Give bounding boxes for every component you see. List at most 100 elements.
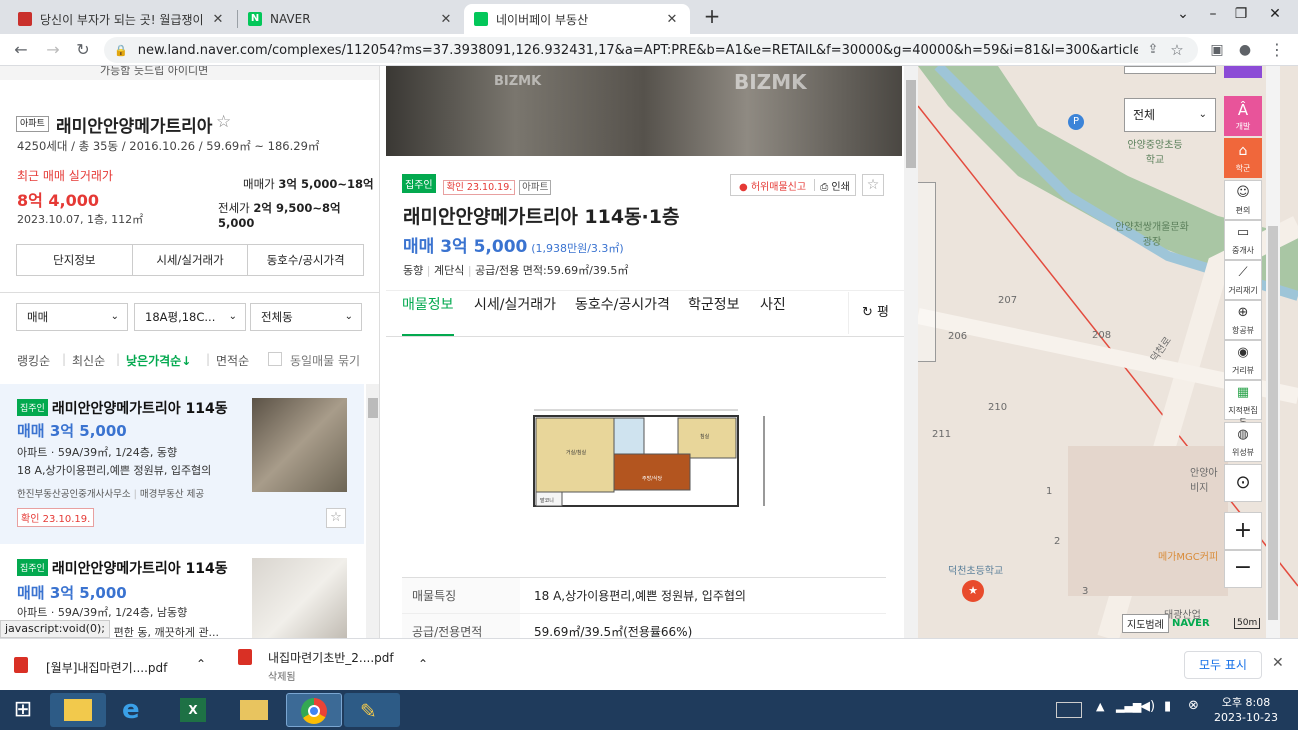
- map-filter-select[interactable]: 전체 ⌄: [1124, 98, 1216, 132]
- close-icon[interactable]: ✕: [1272, 655, 1284, 671]
- back-arrow-icon[interactable]: ←: [10, 39, 32, 61]
- show-all-button[interactable]: 모두 표시: [1184, 651, 1262, 679]
- list-scrollbar[interactable]: [366, 384, 379, 638]
- file-explorer-icon[interactable]: [50, 693, 106, 727]
- zoom-out-button[interactable]: −: [1224, 550, 1262, 588]
- excel-icon[interactable]: X: [166, 693, 222, 727]
- window-close-icon[interactable]: ✕: [1252, 0, 1298, 30]
- close-icon[interactable]: ✕: [438, 12, 454, 27]
- tab-unit-price[interactable]: 동호수/공시가격: [575, 294, 670, 314]
- battery-icon[interactable]: ▮: [1164, 699, 1171, 714]
- close-icon[interactable]: ✕: [210, 12, 226, 27]
- tool-development[interactable]: Â 개발: [1224, 96, 1262, 136]
- ie-icon[interactable]: e: [108, 693, 164, 727]
- tab-title: 네이버페이 부동산: [496, 12, 589, 27]
- pyeong-toggle[interactable]: ↻ 평: [848, 292, 902, 334]
- tool-top[interactable]: [1224, 66, 1262, 78]
- school-marker-icon[interactable]: ★: [962, 580, 984, 602]
- tool-street[interactable]: ◉ 거리뷰: [1224, 340, 1262, 380]
- forward-arrow-icon[interactable]: →: [42, 39, 64, 61]
- current-location-icon[interactable]: ⊙: [1224, 464, 1262, 502]
- address-bar[interactable]: 🔒 new.land.naver.com/complexes/112054?ms…: [104, 37, 1198, 63]
- map-scrollbar[interactable]: [1266, 66, 1280, 638]
- owner-badge: 집주인: [17, 559, 48, 576]
- tab-naver-land[interactable]: 네이버페이 부동산 ✕: [464, 4, 690, 34]
- paint-icon[interactable]: ✎: [344, 693, 400, 727]
- profile-avatar-icon[interactable]: ●: [1234, 39, 1256, 61]
- photo-watermark: BIZMK: [494, 74, 542, 89]
- new-tab-button[interactable]: +: [700, 5, 724, 29]
- favorite-star-icon[interactable]: ☆: [216, 112, 231, 132]
- market-price-button[interactable]: 시세/실거래가: [133, 245, 249, 275]
- listing-thumbnail[interactable]: [252, 398, 347, 492]
- network-icon[interactable]: ▂▄▆: [1116, 700, 1141, 713]
- tool-cadastral[interactable]: ▦지적편집도: [1224, 380, 1262, 426]
- trade-type-select[interactable]: 매매 ⌄: [16, 303, 128, 331]
- sort-latest[interactable]: 최신순: [72, 352, 105, 369]
- chevron-up-icon[interactable]: ⌃: [418, 657, 428, 671]
- listing-spec: 아파트 · 59A/39㎡, 1/24층, 남동향: [17, 606, 188, 619]
- clock-time[interactable]: 오후 8:08: [1214, 694, 1278, 710]
- meta-stair: 계단식: [433, 264, 465, 277]
- sort-ranking[interactable]: 랭킹순: [17, 352, 50, 369]
- notification-icon[interactable]: ⊗: [1188, 698, 1199, 713]
- scroll-thumb[interactable]: [906, 80, 916, 168]
- listing-card[interactable]: 집주인 래미안안양메가트리아 114동 매매 3억 5,000 아파트 · 59A…: [0, 384, 364, 544]
- bookmark-star-icon[interactable]: ☆: [1166, 39, 1188, 61]
- download-item[interactable]: [월부]내집마련기....pdf: [46, 659, 167, 676]
- explorer-icon[interactable]: [226, 693, 282, 727]
- tool-agent[interactable]: ▭ 중개사: [1224, 220, 1262, 260]
- tool-label: 항공뷰: [1231, 326, 1255, 335]
- report-button[interactable]: ● 허위매물신고: [731, 178, 814, 193]
- favorite-star-icon[interactable]: ☆: [862, 174, 884, 196]
- print-button[interactable]: ⎙ 인쇄: [815, 178, 855, 193]
- download-item[interactable]: 내집마련기초반_2....pdf: [268, 649, 394, 666]
- chrome-icon[interactable]: [286, 693, 342, 727]
- share-icon[interactable]: ⇪: [1142, 39, 1164, 61]
- same-listing-checkbox[interactable]: [268, 352, 282, 366]
- floor-plan[interactable]: 거실/침실 주방/식당 침실 발코니: [506, 406, 768, 516]
- close-icon[interactable]: ✕: [664, 12, 680, 27]
- tool-convenience[interactable]: ☺ 편의: [1224, 180, 1262, 220]
- start-icon[interactable]: ⊞: [8, 696, 38, 724]
- tab-market-price[interactable]: 시세/실거래가: [474, 294, 556, 314]
- tool-satellite[interactable]: ◍ 위성뷰: [1224, 422, 1262, 462]
- clock-date[interactable]: 2023-10-23: [1214, 711, 1278, 724]
- detail-scrollbar[interactable]: [904, 66, 918, 638]
- unit-price-button[interactable]: 동호수/공시가격: [248, 245, 363, 275]
- scroll-thumb[interactable]: [1268, 226, 1278, 620]
- tool-school[interactable]: ⌂ 학군: [1224, 138, 1262, 178]
- scroll-thumb[interactable]: [368, 398, 378, 418]
- map-label: 안양아비지: [1190, 468, 1218, 494]
- tab-school[interactable]: 학군정보: [688, 294, 740, 314]
- dong-select[interactable]: 전체동 ⌄: [250, 303, 362, 331]
- map-control-top[interactable]: [1124, 66, 1216, 74]
- volume-icon[interactable]: ◀): [1140, 699, 1155, 714]
- tab-naver[interactable]: N NAVER ✕: [238, 4, 464, 34]
- tool-distance[interactable]: ⟋ 거리재기: [1224, 260, 1262, 300]
- map-legend-button[interactable]: 지도범례: [1122, 614, 1169, 633]
- tab-listing-info[interactable]: 매물정보: [402, 294, 454, 314]
- size-select[interactable]: 18A평,18C... ⌄: [134, 303, 246, 331]
- listing-photo[interactable]: BIZMK BIZMK: [386, 66, 902, 156]
- map-scale: 50m: [1234, 618, 1261, 629]
- tool-aerial[interactable]: ⊕ 항공뷰: [1224, 300, 1262, 340]
- parking-icon[interactable]: P: [1068, 114, 1084, 130]
- tab-wolbu[interactable]: 당신이 부자가 되는 곳! 월급쟁이 ✕: [8, 4, 236, 34]
- complex-info-button[interactable]: 단지정보: [17, 245, 133, 275]
- tray-arrow-icon[interactable]: ▲: [1096, 700, 1104, 713]
- reload-icon[interactable]: ↻: [72, 39, 94, 61]
- chevron-up-icon[interactable]: ⌃: [196, 657, 206, 671]
- menu-dots-icon[interactable]: ⋮: [1266, 39, 1288, 61]
- side-panel-icon[interactable]: ▣: [1206, 39, 1228, 61]
- sort-area[interactable]: 면적순: [216, 352, 249, 369]
- favorite-star-icon[interactable]: ☆: [326, 508, 346, 528]
- listing-thumbnail[interactable]: [252, 558, 347, 638]
- sort-lowest-price[interactable]: 낮은가격순↓: [126, 352, 191, 369]
- tab-photos[interactable]: 사진: [760, 294, 786, 314]
- map-view[interactable]: 안양중앙초등학교 안양천쌍개울문화광장 207 206 208 210 211 …: [918, 66, 1298, 638]
- keyboard-icon[interactable]: [1056, 702, 1082, 718]
- zoom-in-button[interactable]: +: [1224, 512, 1262, 550]
- room-kitchen: [613, 453, 691, 491]
- type-badge: 아파트: [16, 116, 49, 132]
